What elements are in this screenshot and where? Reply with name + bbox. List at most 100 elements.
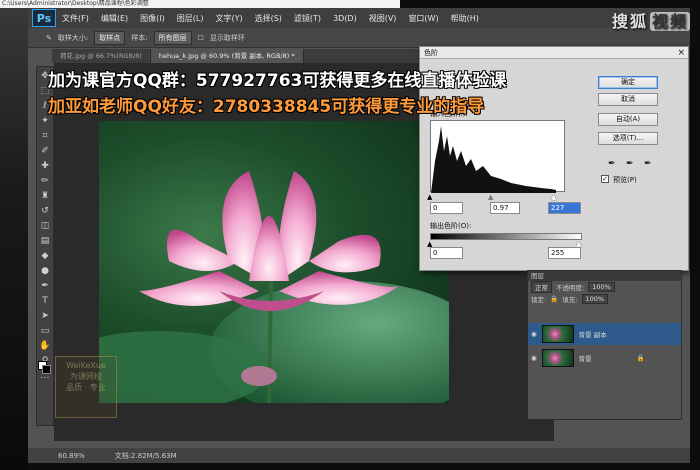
menu-edit[interactable]: 编辑(E) — [95, 13, 134, 24]
ad-line-1: 加为课官方QQ群：577927763可获得更多在线直播体验课 — [48, 71, 507, 91]
black-point-slider-icon[interactable]: ▲ — [427, 193, 432, 201]
eyedropper-tool-icon[interactable]: ✎ — [46, 34, 52, 42]
histogram-graph — [431, 126, 556, 193]
status-bar: 60.89% 文档:2.82M/5.63M — [28, 448, 690, 463]
photoshop-logo: Ps — [32, 9, 56, 27]
white-eyedropper-icon[interactable]: ✒ — [644, 159, 652, 169]
blend-mode-select[interactable]: 正常 — [531, 281, 552, 293]
layer-name: 背景 — [578, 355, 592, 363]
input-gamma-field[interactable]: 0.97 — [490, 202, 520, 214]
fill-label: 填充: — [562, 296, 578, 304]
input-black-field[interactable]: 0 — [430, 202, 463, 214]
path-select-icon[interactable]: ➤ — [39, 310, 51, 322]
video-frame: C:\Users\Administrator\Desktop\精品课程\色彩调整… — [0, 0, 700, 470]
sample-select[interactable]: 所有图层 — [153, 30, 192, 45]
blend-row: 正常 不透明度: 100% — [528, 281, 681, 293]
blur-tool-icon[interactable]: ◆ — [39, 250, 51, 262]
opacity-label: 不透明度: — [556, 284, 585, 292]
gamma-slider-icon[interactable]: ▲ — [488, 193, 493, 201]
history-brush-icon[interactable]: ↺ — [39, 205, 51, 217]
show-ring-checkbox[interactable]: ☐ — [198, 34, 204, 42]
menu-layer[interactable]: 图层(L) — [171, 13, 210, 24]
input-slider-track[interactable]: ▲ ▲ ▲ — [427, 193, 565, 201]
menu-image[interactable]: 图像(I) — [134, 13, 171, 24]
document-size: 文档:2.82M/5.63M — [114, 451, 177, 460]
menu-type[interactable]: 文字(Y) — [209, 13, 248, 24]
preview-checkbox[interactable]: ✓ — [601, 175, 609, 183]
menu-3d[interactable]: 3D(D) — [327, 14, 363, 23]
healing-brush-icon[interactable]: ✚ — [39, 160, 51, 172]
ok-button[interactable]: 确定 — [598, 76, 658, 89]
crop-tool-icon[interactable]: ⌗ — [39, 130, 51, 142]
opacity-field[interactable]: 100% — [588, 282, 615, 292]
cancel-button[interactable]: 取消 — [598, 93, 658, 106]
output-white-field[interactable]: 255 — [548, 247, 581, 259]
show-ring-label: 显示取样环 — [209, 33, 245, 42]
output-gradient — [430, 233, 582, 240]
school-logo-line1: WeiKeXue — [66, 361, 106, 370]
white-point-slider-icon[interactable]: ▲ — [551, 193, 556, 201]
layers-panel-title[interactable]: 图层 — [528, 271, 681, 281]
layer-thumbnail — [541, 349, 574, 367]
eraser-tool-icon[interactable]: ◫ — [39, 220, 51, 232]
layers-panel: 图层 正常 不透明度: 100% 锁定: 🔒 填充: 100% ◉ 背景 副本 … — [527, 270, 682, 420]
menu-window[interactable]: 窗口(W) — [402, 13, 444, 24]
sample-size-label: 取样大小: — [57, 33, 89, 42]
sample-size-select[interactable]: 取样点 — [94, 30, 126, 45]
background-color-swatch[interactable] — [42, 365, 51, 374]
layer-row-background-copy[interactable]: ◉ 背景 副本 — [528, 323, 681, 345]
menu-help[interactable]: 帮助(H) — [445, 13, 485, 24]
layer-row-background[interactable]: ◉ 背景 🔒 — [528, 347, 681, 369]
output-black-field[interactable]: 0 — [430, 247, 463, 259]
school-logo-line2: 为课网校 — [70, 372, 102, 381]
watermark-text: 搜狐 — [611, 12, 648, 31]
gray-eyedropper-icon[interactable]: ✒ — [626, 159, 634, 169]
visibility-eye-icon[interactable]: ◉ — [531, 354, 537, 362]
zoom-readout[interactable]: 60.89% — [58, 452, 85, 460]
eyedropper-icon[interactable]: ✐ — [39, 145, 51, 157]
sohu-video-watermark: 搜狐 视频 — [612, 8, 690, 32]
close-icon[interactable]: × — [677, 47, 685, 59]
stamp-tool-icon[interactable]: ♜ — [39, 190, 51, 202]
menu-bar: Ps 文件(F) 编辑(E) 图像(I) 图层(L) 文字(Y) 选择(S) 滤… — [28, 8, 690, 28]
menu-view[interactable]: 视图(V) — [363, 13, 403, 24]
shape-tool-icon[interactable]: ▭ — [39, 325, 51, 337]
menu-select[interactable]: 选择(S) — [249, 13, 288, 24]
layer-name: 背景 副本 — [578, 331, 607, 339]
levels-title: 色阶 — [424, 49, 438, 57]
layer-thumbnail — [541, 325, 574, 343]
type-tool-icon[interactable]: T — [39, 295, 51, 307]
menu-file[interactable]: 文件(F) — [56, 13, 95, 24]
preview-label: 预览(P) — [613, 176, 637, 184]
fill-field[interactable]: 100% — [581, 294, 609, 304]
output-slider-track[interactable]: ▲ ▲ — [427, 240, 582, 248]
black-eyedropper-icon[interactable]: ✒ — [608, 159, 616, 169]
visibility-eye-icon[interactable]: ◉ — [531, 330, 537, 338]
school-logo-line3: 品质 · 专业 — [66, 383, 106, 392]
sample-label: 样本: — [131, 33, 148, 42]
school-logo: WeiKeXue 为课网校 品质 · 专业 — [55, 356, 117, 418]
tab-document-2[interactable]: hehua_k.jpg @ 60.9% (背景 副本, RGB/8) * — [150, 49, 304, 63]
layer-lock-icon: 🔒 — [636, 354, 645, 362]
pen-tool-icon[interactable]: ✒ — [39, 280, 51, 292]
histogram — [430, 120, 565, 193]
auto-button[interactable]: 自动(A) — [598, 113, 658, 126]
lock-row: 锁定: 🔒 填充: 100% — [528, 293, 681, 305]
dodge-tool-icon[interactable]: ● — [39, 265, 51, 277]
lotus-illustration — [99, 171, 449, 403]
brush-tool-icon[interactable]: ✏ — [39, 175, 51, 187]
output-levels-label: 输出色阶(O): — [430, 222, 472, 230]
explorer-path-bar: C:\Users\Administrator\Desktop\精品课程\色彩调整 — [0, 0, 400, 8]
lotus-photo[interactable] — [99, 121, 449, 403]
lock-icon[interactable]: 🔒 — [550, 295, 558, 303]
levels-title-bar: 色阶 × — [420, 47, 688, 59]
gradient-tool-icon[interactable]: ▤ — [39, 235, 51, 247]
lock-label: 锁定: — [531, 296, 547, 304]
options-button[interactable]: 选项(T)... — [598, 132, 658, 145]
input-white-field[interactable]: 227 — [548, 202, 581, 214]
menu-filter[interactable]: 滤镜(T) — [288, 13, 327, 24]
watermark-badge: 视频 — [649, 12, 690, 31]
tab-document-1[interactable]: 荷花.jpg @ 66.7%(RGB/8) — [52, 49, 151, 63]
hand-tool-icon[interactable]: ✋ — [39, 340, 51, 352]
ad-line-2: 加亚如老师QQ好友：2780338845可获得更专业的指导 — [48, 97, 485, 117]
